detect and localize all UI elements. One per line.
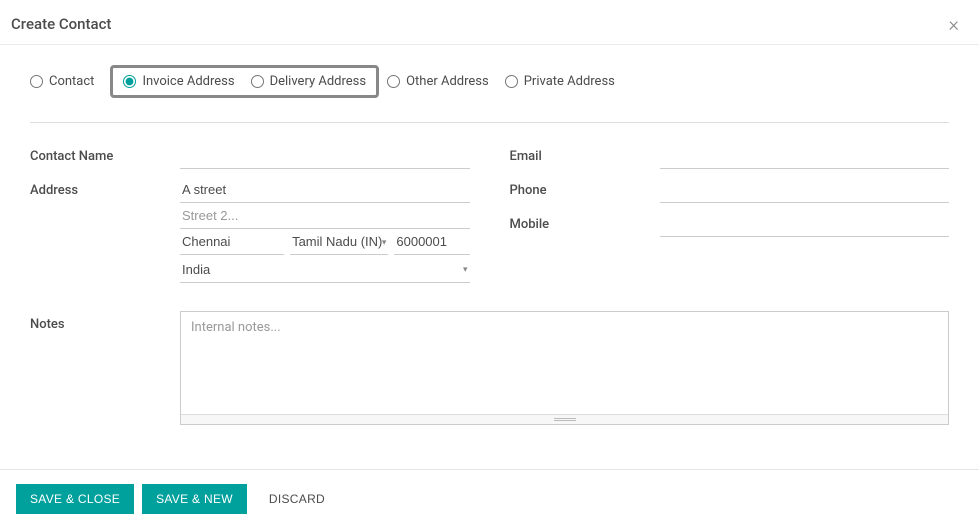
resize-handle[interactable] [181,414,948,424]
radio-contact[interactable]: Contact [30,74,94,89]
notes-label: Notes [30,311,180,332]
modal-body: Contact Invoice Address Delivery Address… [0,45,979,462]
highlighted-radio-group: Invoice Address Delivery Address [110,65,379,98]
phone-input[interactable] [660,177,950,203]
radio-other-label: Other Address [406,74,489,89]
field-mobile: Mobile [510,211,950,237]
mobile-label: Mobile [510,211,660,232]
grip-icon [554,418,576,421]
radio-private-label: Private Address [524,74,615,89]
radio-contact-label: Contact [49,74,94,89]
contact-type-radiogroup: Contact Invoice Address Delivery Address… [30,65,949,123]
close-icon[interactable]: × [945,14,963,34]
email-label: Email [510,143,660,164]
radio-invoice-input[interactable] [123,75,136,88]
address-label: Address [30,177,180,198]
form-col-right: Email Phone Mobile [510,143,950,291]
field-phone: Phone [510,177,950,203]
radio-private-input[interactable] [505,75,518,88]
modal-footer: SAVE & CLOSE SAVE & NEW DISCARD [0,469,979,528]
radio-invoice-label: Invoice Address [142,74,234,89]
country-select[interactable] [180,257,470,283]
phone-label: Phone [510,177,660,198]
create-contact-modal: Create Contact × Contact Invoice Address… [0,0,979,528]
street2-input[interactable] [180,203,470,229]
email-input[interactable] [660,143,950,169]
city-input[interactable] [180,229,284,255]
radio-private[interactable]: Private Address [505,74,615,89]
radio-delivery-label: Delivery Address [270,74,367,89]
field-address: Address ▾ [30,177,470,283]
street1-input[interactable] [180,177,470,203]
radio-other[interactable]: Other Address [387,74,489,89]
mobile-input[interactable] [660,211,950,237]
save-new-button[interactable]: SAVE & NEW [142,484,247,514]
field-email: Email [510,143,950,169]
radio-other-input[interactable] [387,75,400,88]
contact-name-label: Contact Name [30,143,180,164]
radio-delivery-input[interactable] [251,75,264,88]
field-notes: Notes [30,311,949,425]
state-select[interactable] [290,229,388,255]
notes-wrap [180,311,949,425]
radio-contact-input[interactable] [30,75,43,88]
radio-invoice[interactable]: Invoice Address [123,74,234,89]
notes-textarea[interactable] [181,312,948,414]
zip-input[interactable] [394,229,469,255]
field-contact-name: Contact Name [30,143,470,169]
discard-button[interactable]: DISCARD [255,484,339,514]
modal-title: Create Contact [11,15,111,33]
form-columns: Contact Name Address ▾ [30,143,949,291]
contact-name-input[interactable] [180,143,470,169]
radio-delivery[interactable]: Delivery Address [251,74,367,89]
form-col-left: Contact Name Address ▾ [30,143,470,291]
modal-header: Create Contact × [0,0,979,45]
save-close-button[interactable]: SAVE & CLOSE [16,484,134,514]
